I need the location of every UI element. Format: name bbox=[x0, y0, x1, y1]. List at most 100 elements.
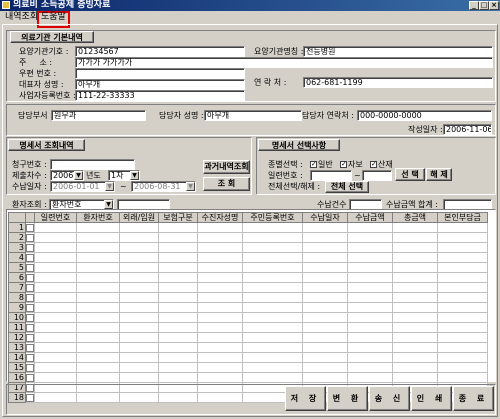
table-cell[interactable] bbox=[347, 222, 393, 233]
table-cell[interactable] bbox=[158, 352, 198, 363]
table-cell[interactable] bbox=[34, 242, 77, 253]
table-row[interactable]: 14 bbox=[8, 352, 488, 363]
row-checkbox[interactable] bbox=[25, 302, 35, 313]
date-to-arrow-icon[interactable]: ▼ bbox=[186, 182, 195, 191]
table-row[interactable]: 8 bbox=[8, 292, 488, 303]
table-cell[interactable] bbox=[347, 262, 393, 273]
table-row[interactable]: 12 bbox=[8, 332, 488, 343]
table-cell[interactable] bbox=[197, 232, 243, 243]
table-cell[interactable] bbox=[119, 252, 159, 263]
year-select[interactable]: 2006 ▼ bbox=[50, 170, 84, 181]
col-serial[interactable]: 일련번호 bbox=[34, 212, 77, 223]
table-cell[interactable] bbox=[76, 242, 120, 253]
serial-from-field[interactable] bbox=[310, 170, 352, 181]
table-cell[interactable] bbox=[392, 362, 438, 373]
patient-mode-arrow-icon[interactable]: ▼ bbox=[104, 200, 113, 209]
row-checkbox-icon[interactable] bbox=[26, 223, 34, 232]
table-cell[interactable] bbox=[34, 232, 77, 243]
table-cell[interactable] bbox=[392, 242, 438, 253]
row-checkbox[interactable] bbox=[25, 322, 35, 333]
date-to-picker[interactable]: 2006-08-31 ▼ bbox=[131, 181, 196, 192]
table-cell[interactable] bbox=[158, 242, 198, 253]
table-cell[interactable] bbox=[437, 242, 488, 253]
table-cell[interactable] bbox=[34, 272, 77, 283]
checkbox-auto-icon[interactable]: ✓ bbox=[340, 161, 347, 168]
table-cell[interactable] bbox=[76, 312, 120, 323]
row-checkbox[interactable] bbox=[25, 292, 35, 303]
table-cell[interactable] bbox=[158, 322, 198, 333]
table-cell[interactable] bbox=[392, 332, 438, 343]
select-all-button[interactable]: 전체 선택 bbox=[325, 181, 369, 193]
table-cell[interactable] bbox=[197, 302, 243, 313]
table-cell[interactable] bbox=[197, 222, 243, 233]
col-resident-no[interactable]: 주민등록번호 bbox=[242, 212, 303, 223]
row-checkbox-icon[interactable] bbox=[26, 273, 34, 282]
table-cell[interactable] bbox=[242, 232, 303, 243]
table-cell[interactable] bbox=[76, 322, 120, 333]
table-cell[interactable] bbox=[347, 282, 393, 293]
table-cell[interactable] bbox=[34, 262, 77, 273]
table-cell[interactable] bbox=[302, 322, 348, 333]
checkbox-industrial-icon[interactable]: ✓ bbox=[370, 161, 377, 168]
table-cell[interactable] bbox=[76, 262, 120, 273]
manager-name-field[interactable]: 아무개 bbox=[204, 110, 302, 121]
table-cell[interactable] bbox=[197, 342, 243, 353]
table-cell[interactable] bbox=[347, 332, 393, 343]
table-cell[interactable] bbox=[34, 342, 77, 353]
col-total-amount[interactable]: 총금액 bbox=[392, 212, 438, 223]
table-cell[interactable] bbox=[242, 322, 303, 333]
table-cell[interactable] bbox=[34, 372, 77, 383]
provider-code-field[interactable]: 01234567 bbox=[75, 46, 245, 57]
send-button[interactable]: 송 신 bbox=[369, 386, 410, 411]
table-cell[interactable] bbox=[34, 292, 77, 303]
col-visit-type[interactable]: 외래/입원 bbox=[119, 212, 159, 223]
table-cell[interactable] bbox=[34, 222, 77, 233]
table-cell[interactable] bbox=[119, 372, 159, 383]
table-cell[interactable] bbox=[392, 302, 438, 313]
table-cell[interactable] bbox=[392, 252, 438, 263]
table-cell[interactable] bbox=[242, 352, 303, 363]
row-checkbox[interactable] bbox=[25, 362, 35, 373]
table-cell[interactable] bbox=[242, 362, 303, 373]
table-cell[interactable] bbox=[392, 352, 438, 363]
table-cell[interactable] bbox=[347, 312, 393, 323]
table-cell[interactable] bbox=[197, 332, 243, 343]
table-row[interactable]: 16 bbox=[8, 372, 488, 383]
table-cell[interactable] bbox=[119, 222, 159, 233]
table-row[interactable]: 1 bbox=[8, 222, 488, 233]
date-field[interactable]: 2006-11-06 bbox=[443, 124, 492, 135]
table-cell[interactable] bbox=[76, 272, 120, 283]
table-cell[interactable] bbox=[119, 312, 159, 323]
close-button[interactable]: × bbox=[489, 1, 499, 10]
table-cell[interactable] bbox=[302, 272, 348, 283]
row-checkbox[interactable] bbox=[25, 352, 35, 363]
zip-field[interactable] bbox=[75, 68, 245, 79]
checkbox-general[interactable]: ✓일반 bbox=[310, 159, 333, 170]
table-cell[interactable] bbox=[392, 292, 438, 303]
row-checkbox-icon[interactable] bbox=[26, 283, 34, 292]
print-button[interactable]: 인 쇄 bbox=[411, 386, 452, 411]
row-checkbox-icon[interactable] bbox=[26, 343, 34, 352]
phone-field[interactable]: 062-681-1199 bbox=[303, 77, 493, 88]
table-cell[interactable] bbox=[197, 372, 243, 383]
table-cell[interactable] bbox=[302, 312, 348, 323]
table-cell[interactable] bbox=[437, 362, 488, 373]
table-cell[interactable] bbox=[302, 242, 348, 253]
dept-field[interactable]: 원무과 bbox=[51, 110, 146, 121]
table-cell[interactable] bbox=[302, 282, 348, 293]
history-search-button[interactable]: 과거내역조회 bbox=[203, 160, 250, 174]
table-cell[interactable] bbox=[437, 312, 488, 323]
row-checkbox[interactable] bbox=[25, 282, 35, 293]
table-cell[interactable] bbox=[392, 232, 438, 243]
checkbox-header[interactable] bbox=[25, 212, 35, 223]
table-cell[interactable] bbox=[197, 252, 243, 263]
round-select[interactable]: 1차 ▼ bbox=[108, 170, 140, 181]
table-cell[interactable] bbox=[242, 312, 303, 323]
year-dropdown-arrow-icon[interactable]: ▼ bbox=[74, 171, 83, 180]
table-cell[interactable] bbox=[392, 312, 438, 323]
table-cell[interactable] bbox=[302, 292, 348, 303]
row-checkbox-icon[interactable] bbox=[26, 243, 34, 252]
table-row[interactable]: 9 bbox=[8, 302, 488, 313]
save-button[interactable]: 저 장 bbox=[285, 386, 326, 411]
date-from-picker[interactable]: 2006-01-01 ▼ bbox=[50, 181, 115, 192]
